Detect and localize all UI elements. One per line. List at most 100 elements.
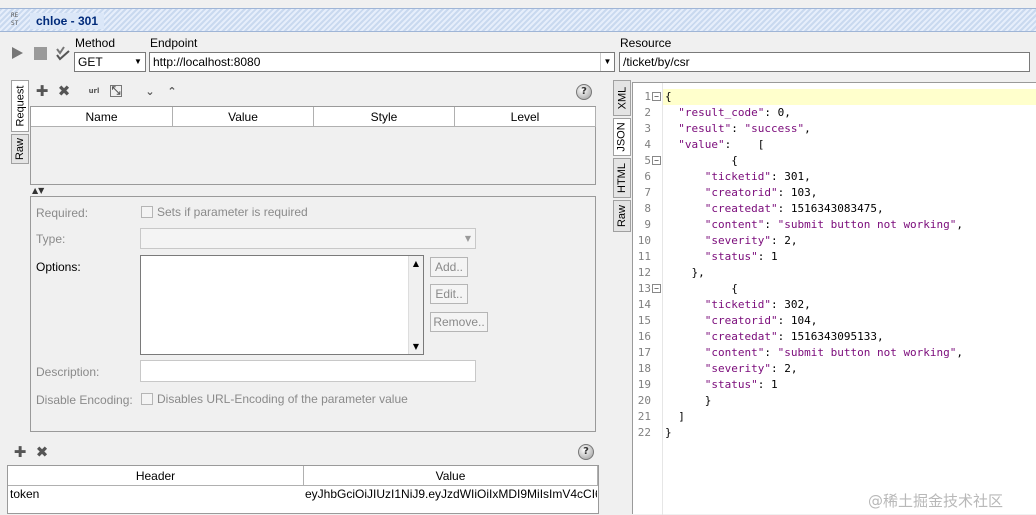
tab-request[interactable]: Request	[11, 80, 29, 132]
endpoint-label: Endpoint	[150, 36, 198, 50]
remove-icon[interactable]: ✖	[56, 82, 72, 100]
code-line: ]	[665, 409, 685, 425]
resource-input[interactable]: /ticket/by/csr	[619, 52, 1030, 72]
line-number: 16	[637, 330, 651, 343]
code-token: 2	[784, 362, 791, 375]
tab-html[interactable]: HTML	[613, 158, 631, 198]
code-line: {	[665, 89, 672, 105]
scroll-down-icon[interactable]: ▼	[409, 339, 423, 354]
remove-option-button[interactable]: Remove..	[430, 312, 488, 332]
code-token: 103	[790, 186, 811, 199]
code-token: :	[764, 218, 778, 231]
type-label: Type:	[36, 232, 66, 246]
chevron-down-icon[interactable]: ▼	[600, 53, 614, 71]
type-select[interactable]: ▼	[140, 228, 476, 249]
response-editor[interactable]: 1−2 3 4 5−6 7 8 9 10 11 12 13−14 15 16 17 18 19 20 21 22 {…	[632, 82, 1036, 515]
template-icon[interactable]: ⤡	[110, 84, 122, 97]
run-icon[interactable]	[10, 46, 24, 60]
code-token: :	[770, 170, 785, 183]
url-encode-icon[interactable]: url	[86, 83, 102, 99]
required-checkbox[interactable]	[141, 206, 153, 218]
add-header-icon[interactable]: ✚	[12, 443, 28, 461]
code-line: }	[665, 425, 672, 441]
chevron-down-icon[interactable]: ⌄	[142, 83, 158, 99]
code-token: "ticketid"	[704, 170, 771, 183]
code-token: "submit button not working"	[777, 218, 957, 231]
column-header-value[interactable]: Value	[304, 466, 598, 486]
code-token: 1516343083475	[790, 202, 877, 215]
window-title[interactable]: chloe - 301	[30, 13, 105, 29]
disable-encoding-label: Disable Encoding:	[36, 393, 133, 407]
line-number: 3	[644, 122, 651, 135]
fold-toggle-icon[interactable]: −	[652, 92, 661, 101]
edit-option-button[interactable]: Edit..	[430, 284, 468, 304]
code-token: :	[764, 346, 778, 359]
line-number: 15	[637, 314, 651, 327]
tab-raw-request[interactable]: Raw	[11, 134, 29, 164]
code-line: "value": [	[665, 137, 764, 153]
chevron-up-icon[interactable]: ⌃	[164, 83, 180, 99]
header-value-cell[interactable]: eyJhbGciOiJIUzI1NiJ9.eyJzdWIiOiIxMDI9MiI…	[305, 486, 597, 503]
code-token: "value"	[678, 138, 725, 151]
code-line: }	[665, 393, 712, 409]
scroll-up-icon[interactable]: ▲	[409, 256, 423, 271]
line-number: 5	[644, 154, 651, 167]
tab-xml[interactable]: XML	[613, 80, 631, 116]
code-line: "creatorid": 104,	[665, 313, 818, 329]
tab-raw-response[interactable]: Raw	[613, 200, 631, 232]
code-token: 301	[784, 170, 805, 183]
fold-toggle-icon[interactable]: −	[652, 156, 661, 165]
code-token: :	[731, 122, 745, 135]
column-header-level[interactable]: Level	[455, 107, 596, 127]
stop-icon[interactable]	[34, 47, 47, 60]
code-token: "creatorid"	[704, 186, 778, 199]
chevron-down-icon: ▼	[134, 57, 142, 66]
code-token: :	[777, 330, 791, 343]
disable-encoding-checkbox[interactable]	[141, 393, 153, 405]
description-input[interactable]	[140, 360, 476, 382]
column-header-name[interactable]: Name	[31, 107, 173, 127]
table-row[interactable]: token eyJhbGciOiJIUzI1NiJ9.eyJzdWIiOiIxM…	[8, 486, 598, 503]
line-number: 2	[644, 106, 651, 119]
toggle-options-icon[interactable]	[55, 45, 71, 61]
code-token: 302	[784, 298, 805, 311]
method-select[interactable]: GET ▼	[74, 52, 146, 72]
code-token: 1516343095133	[790, 330, 877, 343]
add-icon[interactable]: ✚	[34, 82, 50, 100]
code-line: "status": 1	[665, 377, 778, 393]
tab-json[interactable]: JSON	[613, 118, 631, 156]
help-icon[interactable]: ?	[576, 84, 592, 100]
code-line: "ticketid": 302,	[665, 297, 811, 313]
remove-header-icon[interactable]: ✖	[34, 443, 50, 461]
disable-encoding-checkbox-label: Disables URL-Encoding of the parameter v…	[157, 392, 408, 406]
line-number: 22	[637, 426, 651, 439]
line-number: 1	[644, 90, 651, 103]
fold-toggle-icon[interactable]: −	[652, 284, 661, 293]
column-header-header[interactable]: Header	[8, 466, 304, 486]
endpoint-input[interactable]: http://localhost:8080 ▼	[149, 52, 615, 72]
header-name-cell[interactable]: token	[10, 486, 39, 503]
options-list[interactable]: ▲ ▼	[140, 255, 424, 355]
required-label: Required:	[36, 206, 89, 220]
help-icon[interactable]: ?	[578, 444, 594, 460]
code-line: "severity": 2,	[665, 361, 798, 377]
column-header-style[interactable]: Style	[314, 107, 455, 127]
line-number: 19	[637, 378, 651, 391]
gutter-separator	[662, 83, 663, 515]
code-token: :	[757, 250, 771, 263]
code-token: "success"	[744, 122, 805, 135]
code-token: ,	[784, 106, 791, 119]
add-option-button[interactable]: Add..	[430, 257, 468, 277]
column-header-value[interactable]: Value	[173, 107, 314, 127]
splitter-arrows-icon[interactable]: ▲▼	[32, 186, 44, 195]
code-token: :	[777, 186, 791, 199]
line-number: 21	[637, 410, 651, 423]
line-number: 11	[637, 250, 651, 263]
options-scrollbar[interactable]: ▲ ▼	[408, 256, 423, 354]
